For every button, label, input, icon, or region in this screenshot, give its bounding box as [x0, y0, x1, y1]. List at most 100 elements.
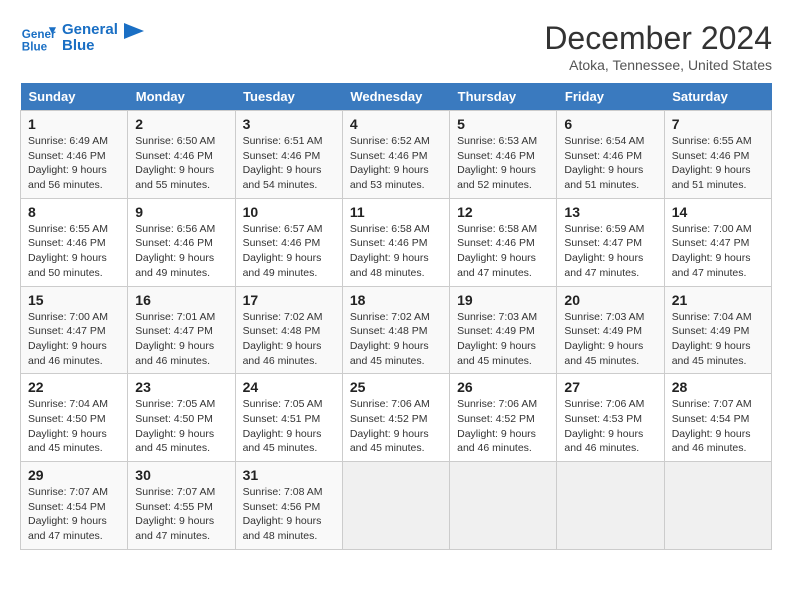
- calendar-cell: 3 Sunrise: 6:51 AM Sunset: 4:46 PM Daylig…: [235, 111, 342, 199]
- calendar-cell: 21Sunrise: 7:04 AM Sunset: 4:49 PM Dayli…: [664, 286, 771, 374]
- day-number: 22: [28, 379, 120, 395]
- day-info: Sunrise: 7:07 AM Sunset: 4:54 PM Dayligh…: [28, 485, 120, 544]
- day-info: Sunrise: 7:06 AM Sunset: 4:52 PM Dayligh…: [457, 397, 549, 456]
- day-info: Sunrise: 6:58 AM Sunset: 4:46 PM Dayligh…: [457, 222, 549, 281]
- day-number: 25: [350, 379, 442, 395]
- calendar-cell: 4 Sunrise: 6:52 AM Sunset: 4:46 PM Daylig…: [342, 111, 449, 199]
- week-row-1: 1 Sunrise: 6:49 AM Sunset: 4:46 PM Daylig…: [21, 111, 772, 199]
- day-number: 11: [350, 204, 442, 220]
- day-info: Sunrise: 6:56 AM Sunset: 4:46 PM Dayligh…: [135, 222, 227, 281]
- calendar-cell: 18 Sunrise: 7:02 AM Sunset: 4:48 PM Dayli…: [342, 286, 449, 374]
- day-number: 15: [28, 292, 120, 308]
- week-row-4: 22 Sunrise: 7:04 AM Sunset: 4:50 PM Dayli…: [21, 374, 772, 462]
- day-info: Sunrise: 6:55 AM Sunset: 4:46 PM Dayligh…: [672, 134, 764, 193]
- day-info: Sunrise: 7:06 AM Sunset: 4:52 PM Dayligh…: [350, 397, 442, 456]
- day-number: 20: [564, 292, 656, 308]
- calendar-cell: 8 Sunrise: 6:55 AM Sunset: 4:46 PM Daylig…: [21, 198, 128, 286]
- day-info: Sunrise: 6:53 AM Sunset: 4:46 PM Dayligh…: [457, 134, 549, 193]
- day-info: Sunrise: 7:03 AM Sunset: 4:49 PM Dayligh…: [457, 310, 549, 369]
- calendar-cell: 5 Sunrise: 6:53 AM Sunset: 4:46 PM Daylig…: [450, 111, 557, 199]
- day-number: 14: [672, 204, 764, 220]
- day-info: Sunrise: 7:00 AM Sunset: 4:47 PM Dayligh…: [672, 222, 764, 281]
- day-number: 3: [243, 116, 335, 132]
- calendar-cell: 16 Sunrise: 7:01 AM Sunset: 4:47 PM Dayli…: [128, 286, 235, 374]
- col-header-saturday: Saturday: [664, 83, 771, 111]
- calendar-cell: 7Sunrise: 6:55 AM Sunset: 4:46 PM Daylig…: [664, 111, 771, 199]
- logo: General Blue General Blue: [20, 20, 144, 56]
- day-number: 1: [28, 116, 120, 132]
- col-header-thursday: Thursday: [450, 83, 557, 111]
- calendar-cell: 2 Sunrise: 6:50 AM Sunset: 4:46 PM Daylig…: [128, 111, 235, 199]
- week-row-5: 29 Sunrise: 7:07 AM Sunset: 4:54 PM Dayli…: [21, 462, 772, 550]
- col-header-sunday: Sunday: [21, 83, 128, 111]
- day-number: 8: [28, 204, 120, 220]
- day-number: 12: [457, 204, 549, 220]
- calendar-cell: 30 Sunrise: 7:07 AM Sunset: 4:55 PM Dayli…: [128, 462, 235, 550]
- col-header-monday: Monday: [128, 83, 235, 111]
- calendar-cell: 11Sunrise: 6:58 AM Sunset: 4:46 PM Dayli…: [342, 198, 449, 286]
- day-info: Sunrise: 7:01 AM Sunset: 4:47 PM Dayligh…: [135, 310, 227, 369]
- logo-flag-icon: [124, 23, 144, 53]
- calendar-table: SundayMondayTuesdayWednesdayThursdayFrid…: [20, 83, 772, 550]
- day-info: Sunrise: 7:07 AM Sunset: 4:54 PM Dayligh…: [672, 397, 764, 456]
- day-info: Sunrise: 7:03 AM Sunset: 4:49 PM Dayligh…: [564, 310, 656, 369]
- calendar-cell: [557, 462, 664, 550]
- day-info: Sunrise: 6:57 AM Sunset: 4:46 PM Dayligh…: [243, 222, 335, 281]
- calendar-cell: 17 Sunrise: 7:02 AM Sunset: 4:48 PM Dayli…: [235, 286, 342, 374]
- calendar-cell: 13 Sunrise: 6:59 AM Sunset: 4:47 PM Dayli…: [557, 198, 664, 286]
- svg-text:Blue: Blue: [22, 41, 48, 54]
- calendar-cell: 24 Sunrise: 7:05 AM Sunset: 4:51 PM Dayli…: [235, 374, 342, 462]
- day-info: Sunrise: 7:04 AM Sunset: 4:50 PM Dayligh…: [28, 397, 120, 456]
- calendar-cell: 15 Sunrise: 7:00 AM Sunset: 4:47 PM Dayli…: [21, 286, 128, 374]
- day-number: 4: [350, 116, 442, 132]
- calendar-cell: 31Sunrise: 7:08 AM Sunset: 4:56 PM Dayli…: [235, 462, 342, 550]
- day-info: Sunrise: 7:05 AM Sunset: 4:50 PM Dayligh…: [135, 397, 227, 456]
- day-info: Sunrise: 7:02 AM Sunset: 4:48 PM Dayligh…: [243, 310, 335, 369]
- title-block: December 2024 Atoka, Tennessee, United S…: [544, 20, 772, 73]
- day-info: Sunrise: 6:52 AM Sunset: 4:46 PM Dayligh…: [350, 134, 442, 193]
- month-title: December 2024: [544, 20, 772, 57]
- page-header: General Blue General Blue December 2024 …: [20, 20, 772, 73]
- calendar-cell: 19Sunrise: 7:03 AM Sunset: 4:49 PM Dayli…: [450, 286, 557, 374]
- calendar-cell: 28Sunrise: 7:07 AM Sunset: 4:54 PM Dayli…: [664, 374, 771, 462]
- week-row-3: 15 Sunrise: 7:00 AM Sunset: 4:47 PM Dayli…: [21, 286, 772, 374]
- col-header-wednesday: Wednesday: [342, 83, 449, 111]
- day-number: 13: [564, 204, 656, 220]
- day-info: Sunrise: 7:02 AM Sunset: 4:48 PM Dayligh…: [350, 310, 442, 369]
- day-number: 30: [135, 467, 227, 483]
- day-info: Sunrise: 6:50 AM Sunset: 4:46 PM Dayligh…: [135, 134, 227, 193]
- calendar-cell: 29 Sunrise: 7:07 AM Sunset: 4:54 PM Dayli…: [21, 462, 128, 550]
- day-number: 24: [243, 379, 335, 395]
- day-number: 29: [28, 467, 120, 483]
- calendar-cell: 6Sunrise: 6:54 AM Sunset: 4:46 PM Daylig…: [557, 111, 664, 199]
- day-info: Sunrise: 6:55 AM Sunset: 4:46 PM Dayligh…: [28, 222, 120, 281]
- day-number: 18: [350, 292, 442, 308]
- calendar-cell: 26 Sunrise: 7:06 AM Sunset: 4:52 PM Dayli…: [450, 374, 557, 462]
- day-number: 17: [243, 292, 335, 308]
- day-info: Sunrise: 6:59 AM Sunset: 4:47 PM Dayligh…: [564, 222, 656, 281]
- calendar-cell: 27Sunrise: 7:06 AM Sunset: 4:53 PM Dayli…: [557, 374, 664, 462]
- calendar-cell: [664, 462, 771, 550]
- day-info: Sunrise: 7:07 AM Sunset: 4:55 PM Dayligh…: [135, 485, 227, 544]
- day-number: 16: [135, 292, 227, 308]
- calendar-cell: 14 Sunrise: 7:00 AM Sunset: 4:47 PM Dayli…: [664, 198, 771, 286]
- day-number: 5: [457, 116, 549, 132]
- calendar-cell: 20 Sunrise: 7:03 AM Sunset: 4:49 PM Dayli…: [557, 286, 664, 374]
- calendar-cell: [450, 462, 557, 550]
- col-header-friday: Friday: [557, 83, 664, 111]
- day-info: Sunrise: 6:49 AM Sunset: 4:46 PM Dayligh…: [28, 134, 120, 193]
- day-info: Sunrise: 6:51 AM Sunset: 4:46 PM Dayligh…: [243, 134, 335, 193]
- day-number: 23: [135, 379, 227, 395]
- day-number: 26: [457, 379, 549, 395]
- day-number: 21: [672, 292, 764, 308]
- day-info: Sunrise: 6:54 AM Sunset: 4:46 PM Dayligh…: [564, 134, 656, 193]
- day-info: Sunrise: 7:08 AM Sunset: 4:56 PM Dayligh…: [243, 485, 335, 544]
- col-header-tuesday: Tuesday: [235, 83, 342, 111]
- calendar-cell: 1 Sunrise: 6:49 AM Sunset: 4:46 PM Daylig…: [21, 111, 128, 199]
- day-number: 10: [243, 204, 335, 220]
- day-info: Sunrise: 7:00 AM Sunset: 4:47 PM Dayligh…: [28, 310, 120, 369]
- day-info: Sunrise: 7:05 AM Sunset: 4:51 PM Dayligh…: [243, 397, 335, 456]
- calendar-cell: 23 Sunrise: 7:05 AM Sunset: 4:50 PM Dayli…: [128, 374, 235, 462]
- logo-icon: General Blue: [20, 20, 56, 56]
- day-number: 2: [135, 116, 227, 132]
